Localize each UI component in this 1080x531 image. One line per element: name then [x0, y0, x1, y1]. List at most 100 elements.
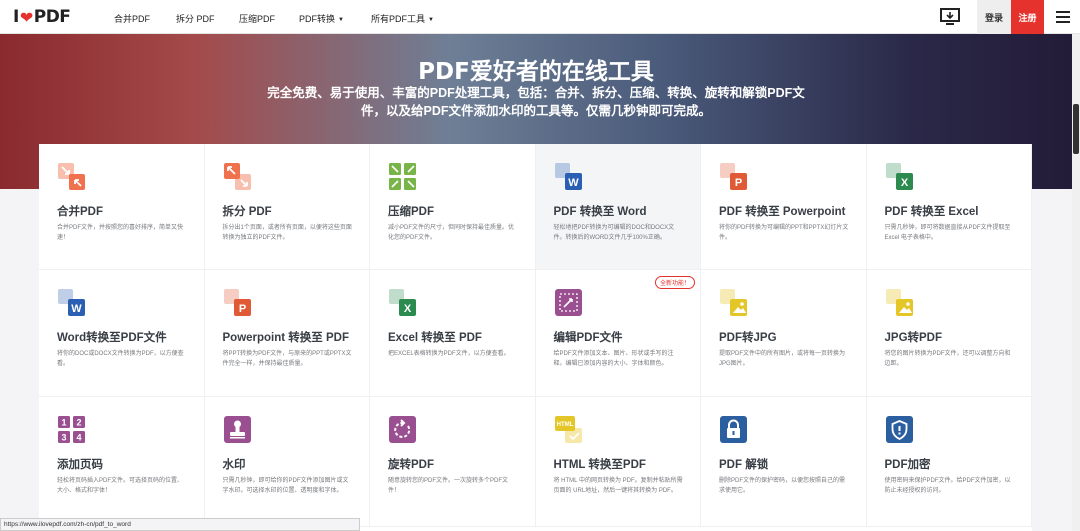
- logo-text-i: I: [13, 7, 19, 27]
- svg-text:4: 4: [76, 433, 81, 443]
- html-icon: HTML: [554, 415, 583, 444]
- split-icon: [223, 162, 252, 191]
- powerpoint-icon: P: [719, 162, 748, 191]
- svg-text:W: W: [568, 177, 579, 189]
- svg-text:P: P: [735, 177, 742, 189]
- tool-title: 水印: [222, 459, 246, 471]
- ilovepdf-logo[interactable]: I ❤ PDF: [13, 7, 71, 27]
- tool-card[interactable]: PDF转JPG 提取PDF文件中的所有图片，或将每一页转换为JPG图片。: [701, 270, 867, 397]
- tool-description: 只需几秒钟，即可给你的PDF文件添加图片或文字水印。可选择水印的位置、透明度和字…: [222, 478, 349, 494]
- tool-description: 将您的图片转换为PDF文件，还可以调整方向和边距。: [884, 351, 1011, 367]
- svg-text:3: 3: [61, 433, 66, 443]
- svg-text:X: X: [404, 303, 412, 315]
- tool-description: 将 HTML 中的网页转换为 PDF。复制并粘贴所需页面的 URL地址，然后一键…: [553, 478, 683, 494]
- nav-link-convert[interactable]: PDF转换 ▼: [299, 12, 344, 25]
- tool-description: 提取PDF文件中的所有图片，或将每一页转换为JPG图片。: [719, 351, 846, 367]
- tool-title: PDF转JPG: [719, 332, 777, 344]
- nav-link-compress[interactable]: 压缩PDF: [239, 12, 275, 25]
- protect-icon: [885, 415, 914, 444]
- svg-text:HTML: HTML: [556, 422, 573, 428]
- tool-description: 随意旋转您的PDF文件。一次旋转多个PDF文件！: [388, 478, 509, 494]
- tool-description: 轻松将页码插入PDF文件。可选择页码的位置、大小、格式和字体！: [57, 478, 184, 494]
- tool-card[interactable]: 旋转PDF 随意旋转您的PDF文件。一次旋转多个PDF文件！: [370, 397, 536, 527]
- compress-icon: [388, 162, 417, 191]
- tool-card[interactable]: PDF加密使用密码来保护PDF文件。给PDF文件加密，以防止未经授权的访问。: [866, 397, 1032, 527]
- tool-title: JPG转PDF: [884, 332, 943, 344]
- svg-text:1: 1: [61, 418, 66, 428]
- login-button[interactable]: 登录: [977, 0, 1011, 34]
- svg-text:X: X: [900, 177, 908, 189]
- tool-description: 将PPT转换为PDF文件，与原来的PPT或PPTX文件完全一样，并保持最佳质量。: [222, 351, 352, 367]
- tool-card[interactable]: W Word转换至PDF文件将你的DOC或DOCX文件转换为PDF，以方便查看。: [39, 270, 205, 397]
- rotate-icon: [388, 415, 417, 444]
- word-icon: W: [554, 162, 583, 191]
- edit-icon: [554, 288, 583, 317]
- nav-link-split[interactable]: 拆分 PDF: [176, 12, 215, 25]
- desktop-app-icon[interactable]: [933, 0, 967, 34]
- tool-description: 减小PDF文件的尺寸，但同时保持最佳质量。优化您的PDF文件。: [388, 225, 515, 241]
- tool-card[interactable]: W PDF 转换至 Word 轻松地把PDF转换为可编辑的DOC和DOCX文件。转换…: [535, 144, 701, 270]
- tool-title: PDF 转换至 Powerpoint: [719, 206, 846, 218]
- tool-card[interactable]: PDF 解锁 删除PDF文件的保护密码，以便您按照自己的需求使用它。: [701, 397, 867, 527]
- status-bar-url: https://www.ilovepdf.com/zh-cn/pdf_to_wo…: [0, 518, 360, 531]
- tool-description: 删除PDF文件的保护密码，以便您按照自己的需求使用它。: [719, 478, 846, 494]
- top-navbar: I ❤ PDF 合并PDF 拆分 PDF 压缩PDF PDF转换 ▼ 所有PDF工具 ▼…: [0, 0, 1080, 34]
- tool-description: 将你的DOC或DOCX文件转换为PDF，以方便查看。: [57, 351, 184, 367]
- tool-title: Word转换至PDF文件: [57, 332, 167, 344]
- nav-link-merge[interactable]: 合并PDF: [114, 12, 150, 25]
- word-icon: W: [57, 288, 86, 317]
- hero-title: PDF爱好者的在线工具: [418, 59, 654, 85]
- tool-card[interactable]: 拆分 PDF 拆分出1个页面，或者所有页面，以便将这些页面转换为独立的PDF文件。: [204, 144, 370, 270]
- tool-title: 压缩PDF: [388, 206, 434, 218]
- svg-text:P: P: [238, 303, 245, 315]
- tool-description: 拆分出1个页面，或者所有页面，以便将这些页面转换为独立的PDF文件。: [222, 225, 352, 241]
- tool-title: PDF 转换至 Excel: [884, 206, 979, 218]
- tool-title: 旋转PDF: [388, 459, 434, 471]
- tool-title: 编辑PDF文件: [553, 332, 623, 344]
- logo-text-pdf: PDF: [33, 7, 71, 27]
- svg-text:2: 2: [76, 418, 81, 428]
- tool-card[interactable]: X PDF 转换至 Excel 只需几秒钟，即可将数据直接从PDF文件提取至Exce…: [866, 144, 1032, 270]
- jpg-icon: [719, 288, 748, 317]
- powerpoint-icon: P: [223, 288, 252, 317]
- tool-card[interactable]: 压缩PDF 减小PDF文件的尺寸，但同时保持最佳质量。优化您的PDF文件。: [370, 144, 536, 270]
- scrollbar-thumb[interactable]: [1073, 104, 1079, 154]
- tool-description: 给PDF文件添加文本、图片、形状或手写的注释。编辑已添加内容的大小、字体和颜色。: [553, 351, 674, 367]
- tool-description: 只需几秒钟，即可将数据直接从PDF文件提取至Excel 电子表格中。: [884, 225, 1011, 241]
- tool-title: PDF加密: [884, 459, 931, 471]
- tool-card[interactable]: 水印只需几秒钟，即可给你的PDF文件添加图片或文字水印。可选择水印的位置、透明度…: [204, 397, 370, 527]
- hamburger-menu-icon[interactable]: [1046, 0, 1080, 34]
- tool-title: 拆分 PDF: [222, 206, 272, 218]
- tool-card[interactable]: X Excel 转换至 PDF 把EXCEL表格转换为PDF文件，以方便查看。: [370, 270, 536, 397]
- stamp-icon: [223, 415, 252, 444]
- tool-card[interactable]: HTML HTML 转换至PDF 将 HTML 中的网页转换为 PDF。复制并粘贴所…: [535, 397, 701, 527]
- excel-icon: X: [388, 288, 417, 317]
- caret-down-icon: ▼: [428, 17, 434, 23]
- tool-card[interactable]: P Powerpoint 转换至 PDF 将PPT转换为PDF文件，与原来的PPT或…: [204, 270, 370, 397]
- tool-title: 添加页码: [57, 459, 103, 471]
- tool-card[interactable]: 合并PDF 合并PDF文件，并按照您的喜好排序，简单又快速！: [39, 144, 205, 270]
- nav-link-all-tools[interactable]: 所有PDF工具 ▼: [371, 12, 434, 25]
- tool-card[interactable]: 全新功能！ 编辑PDF文件给PDF文件添加文本、图片、形状或手写的注释。编辑已添加…: [535, 270, 701, 397]
- jpg-icon: [885, 288, 914, 317]
- tool-description: 使用密码来保护PDF文件。给PDF文件加密，以防止未经授权的访问。: [884, 478, 1011, 494]
- merge-icon: [57, 162, 86, 191]
- caret-down-icon: ▼: [338, 17, 344, 23]
- tools-grid: 合并PDF 合并PDF文件，并按照您的喜好排序，简单又快速！ 拆分 PDF 拆分出1个…: [39, 144, 1032, 531]
- page-numbers-icon: 1234: [57, 415, 86, 444]
- tool-description: 合并PDF文件，并按照您的喜好排序，简单又快速！: [57, 225, 184, 241]
- tool-title: HTML 转换至PDF: [553, 459, 646, 471]
- excel-icon: X: [885, 162, 914, 191]
- unlock-icon: [719, 415, 748, 444]
- tool-description: 将你的PDF转换为可编辑的PPT和PPTX幻灯片文件。: [719, 225, 849, 241]
- tool-description: 轻松地把PDF转换为可编辑的DOC和DOCX文件。转换后的WORD文件几乎100…: [553, 225, 675, 241]
- page-scrollbar[interactable]: [1072, 34, 1080, 531]
- new-feature-badge: 全新功能！: [654, 276, 695, 289]
- heart-icon: ❤: [19, 7, 33, 27]
- signup-button[interactable]: 注册: [1011, 0, 1044, 34]
- tool-title: PDF 转换至 Word: [553, 206, 647, 218]
- tool-card[interactable]: JPG转PDF 将您的图片转换为PDF文件，还可以调整方向和边距。: [866, 270, 1032, 397]
- tool-card[interactable]: 1 2 3 4 添加页码轻松将页码插入PDF文件。可选择页码的位置、大小、格式和字体！: [39, 397, 205, 527]
- tool-description: 把EXCEL表格转换为PDF文件，以方便查看。: [388, 351, 510, 357]
- tool-card[interactable]: P PDF 转换至 Powerpoint 将你的PDF转换为可编辑的PPT和PPTX…: [701, 144, 867, 270]
